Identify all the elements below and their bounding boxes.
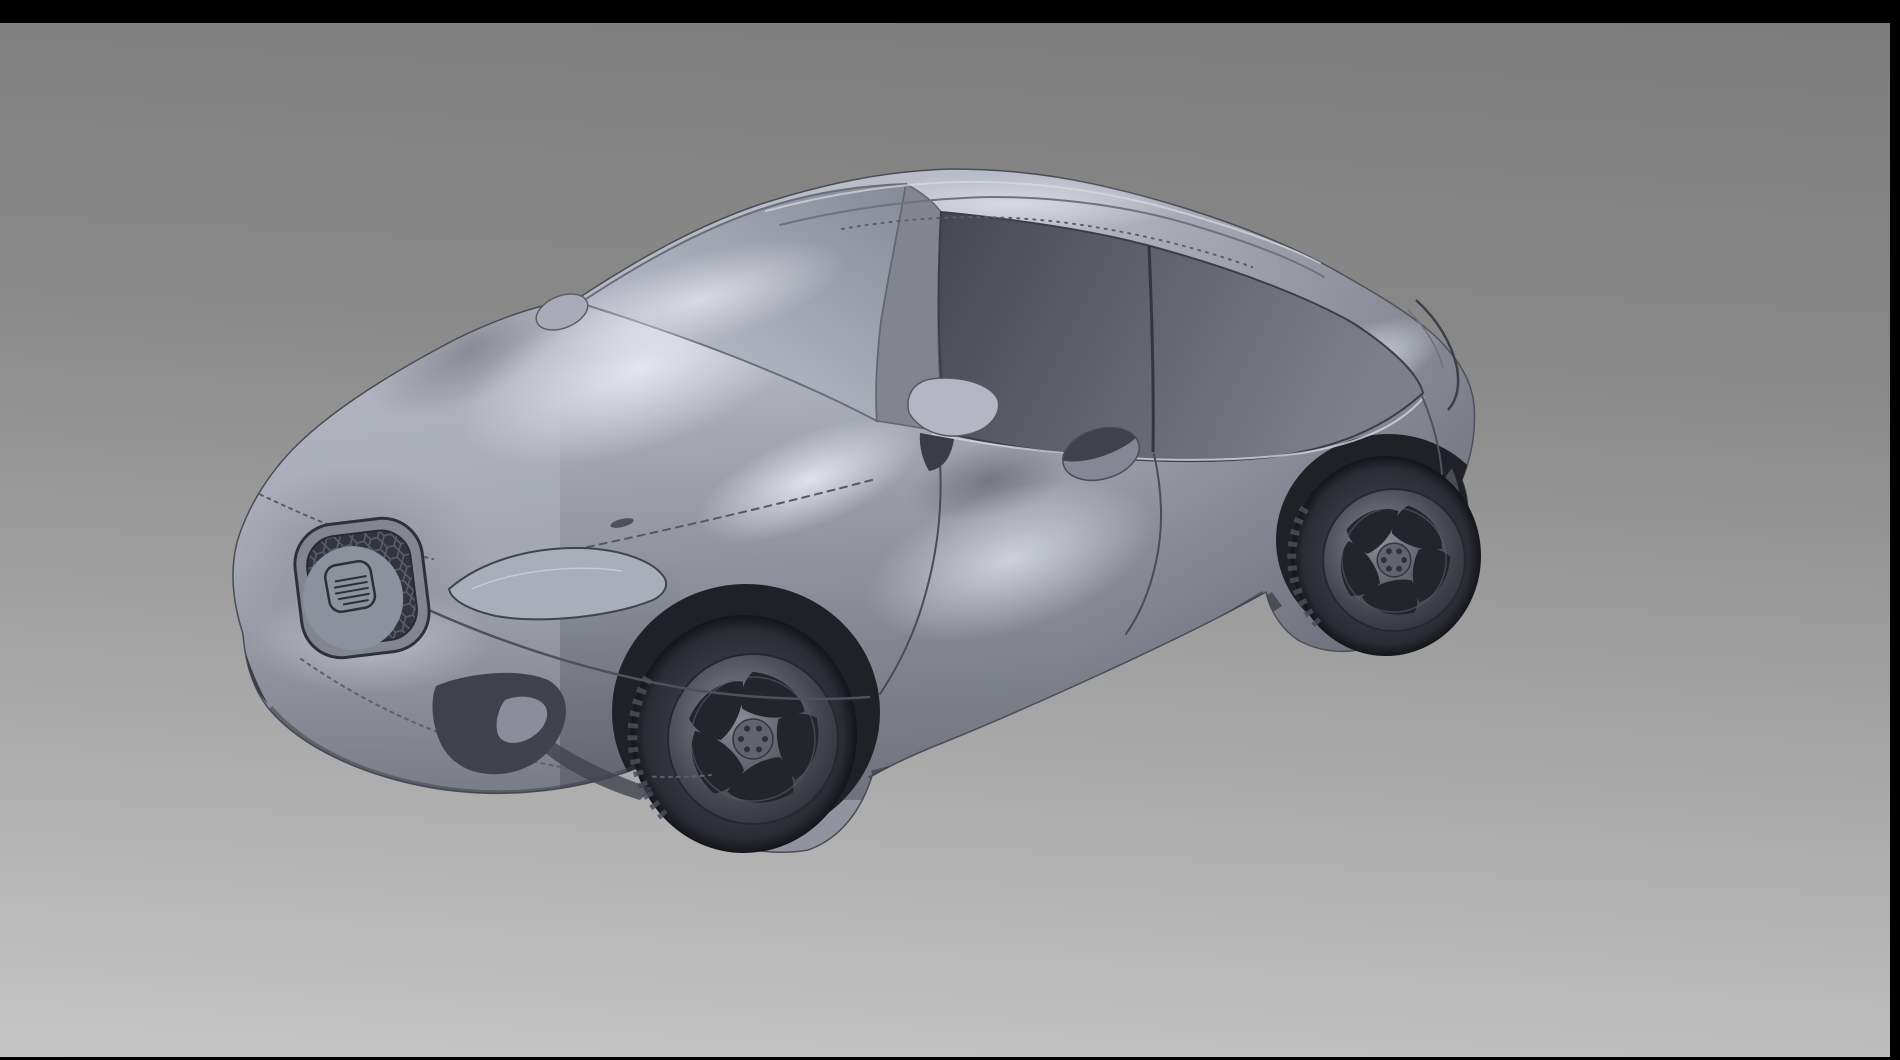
render-viewport[interactable] <box>0 0 1900 1060</box>
car-render <box>0 0 1900 1060</box>
rear-wheel <box>1291 456 1481 656</box>
mirror-housing <box>908 378 999 436</box>
front-wheel <box>631 615 857 853</box>
letterbox-right-bar <box>1890 0 1900 1060</box>
grille <box>290 514 433 663</box>
letterbox-top-bar <box>0 0 1900 23</box>
